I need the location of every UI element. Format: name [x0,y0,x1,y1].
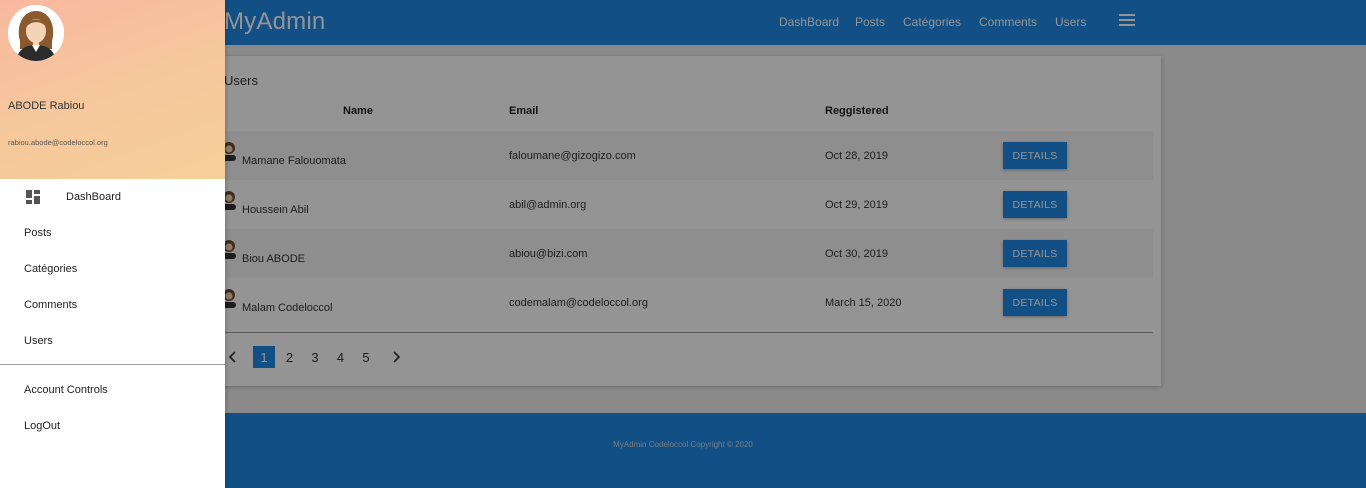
drawer-item-categories[interactable]: Catégories [24,263,77,275]
drawer-profile-header: ABODE Rabiou rabiou.abode@codeloccol.org [0,0,225,179]
drawer-item-posts[interactable]: Posts [24,227,52,239]
drawer-item-logout[interactable]: LogOut [24,420,60,432]
profile-avatar[interactable] [8,5,64,61]
drawer-user-name: ABODE Rabiou [8,100,85,112]
drawer-item-account-controls[interactable]: Account Controls [24,384,108,396]
dashboard-grid-icon [26,190,40,204]
drawer-item-dashboard[interactable]: DashBoard [66,191,121,203]
drawer-item-comments[interactable]: Comments [24,299,77,311]
drawer-item-users[interactable]: Users [24,335,53,347]
drawer-divider [0,364,225,365]
drawer-user-email: rabiou.abode@codeloccol.org [8,138,108,147]
side-drawer: ABODE Rabiou rabiou.abode@codeloccol.org… [0,0,225,488]
user-avatar-icon [8,5,64,61]
